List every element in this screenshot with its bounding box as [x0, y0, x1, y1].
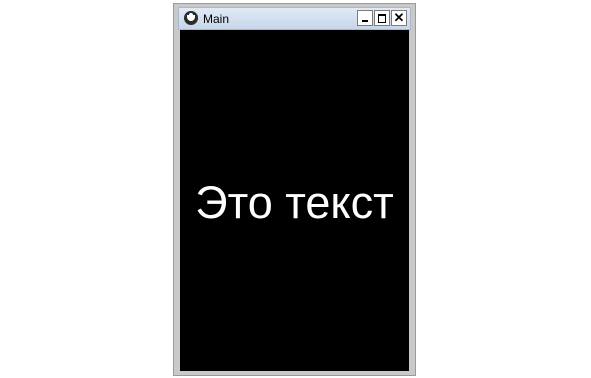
- main-label: Это текст: [195, 177, 394, 228]
- app-window: Main ✕ Это текст: [173, 3, 416, 376]
- minimize-icon[interactable]: [357, 10, 373, 26]
- window-titlebar[interactable]: Main ✕: [178, 7, 411, 30]
- close-icon[interactable]: ✕: [391, 10, 407, 26]
- app-icon[interactable]: [184, 11, 198, 25]
- maximize-icon[interactable]: [374, 10, 390, 26]
- window-content-area: Это текст: [180, 30, 409, 371]
- window-title: Main: [203, 12, 230, 26]
- window-controls: ✕: [357, 10, 407, 26]
